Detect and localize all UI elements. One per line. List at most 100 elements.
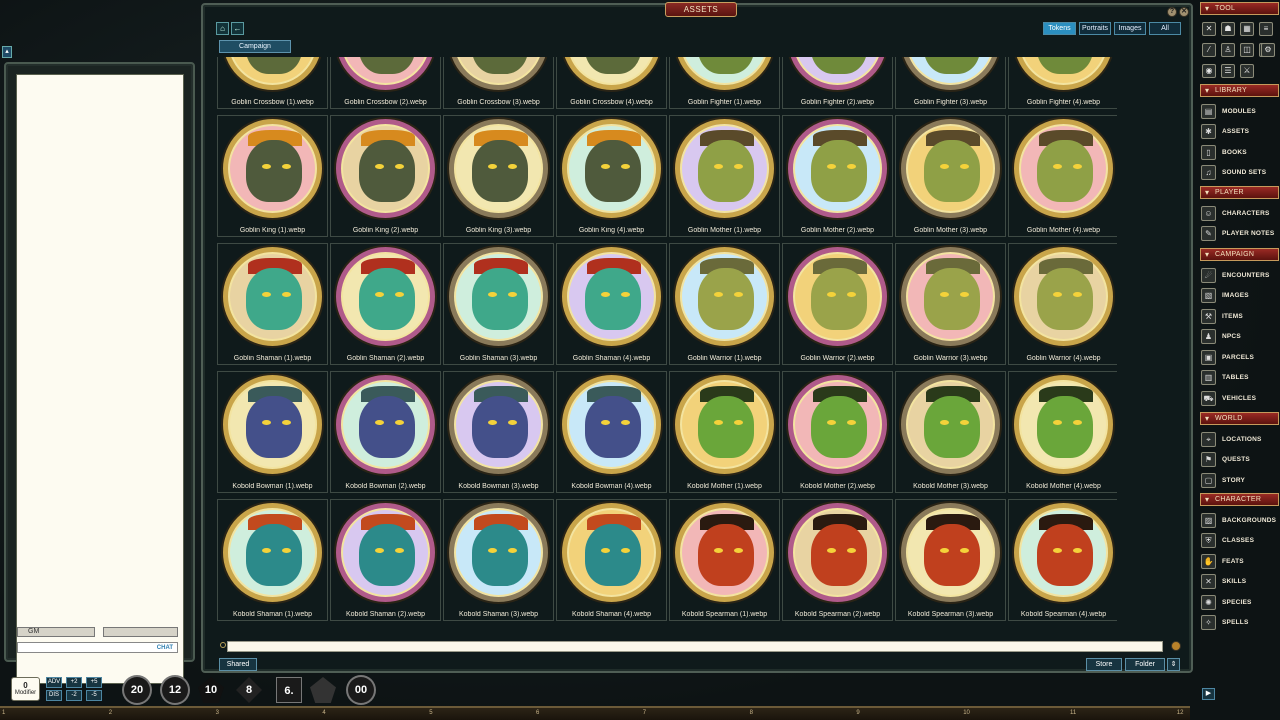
- asset-tile[interactable]: Kobold Spearman (4).webp: [1008, 499, 1117, 621]
- plus5-button[interactable]: +5: [86, 677, 102, 688]
- library-section-header[interactable]: LIBRARY: [1200, 84, 1279, 97]
- player-section-header[interactable]: PLAYER: [1200, 186, 1279, 199]
- asset-tile[interactable]: Goblin King (3).webp: [443, 115, 554, 237]
- minus2-button[interactable]: -2: [66, 690, 82, 701]
- sidebar-item-encounters[interactable]: ☄ ENCOUNTERS: [1201, 266, 1279, 284]
- asset-tile[interactable]: Goblin Mother (1).webp: [669, 115, 780, 237]
- asset-tile[interactable]: Kobold Mother (1).webp: [669, 371, 780, 493]
- folder-button[interactable]: Folder: [1125, 658, 1165, 671]
- map-tool-icon[interactable]: ◫: [1240, 43, 1254, 57]
- sidebar-item-sound-sets[interactable]: ♫ SOUND SETS: [1201, 164, 1279, 182]
- asset-tile[interactable]: Kobold Bowman (4).webp: [556, 371, 667, 493]
- asset-tile[interactable]: Goblin King (1).webp: [217, 115, 328, 237]
- sidebar-item-player-notes[interactable]: ✎ PLAYER NOTES: [1201, 225, 1279, 243]
- sidebar-item-modules[interactable]: ▤ MODULES: [1201, 102, 1279, 120]
- asset-filter-input[interactable]: [227, 641, 1163, 652]
- asset-tile[interactable]: Goblin Fighter (4).webp: [1008, 57, 1117, 109]
- tool-section-header[interactable]: TOOL: [1200, 2, 1279, 15]
- back-icon[interactable]: ←: [231, 22, 244, 35]
- asset-tile[interactable]: Goblin Crossbow (3).webp: [443, 57, 554, 109]
- d100-die[interactable]: 00: [348, 677, 374, 703]
- asset-tile[interactable]: Goblin Crossbow (2).webp: [330, 57, 441, 109]
- lighting-tool-icon[interactable]: ♙: [1221, 43, 1235, 57]
- sidebar-item-backgrounds[interactable]: ▨ BACKGROUNDS: [1201, 511, 1279, 529]
- store-button[interactable]: Store: [1086, 658, 1122, 671]
- sidebar-item-characters[interactable]: ☺ CHARACTERS: [1201, 204, 1279, 222]
- d12-die[interactable]: 12: [162, 677, 188, 703]
- settings-icon[interactable]: ⚙: [1261, 43, 1275, 57]
- asset-tile[interactable]: Goblin Mother (2).webp: [782, 115, 893, 237]
- sidebar-item-locations[interactable]: ⌖ LOCATIONS: [1201, 430, 1279, 448]
- close-icon[interactable]: ✕: [1179, 7, 1189, 17]
- asset-tile[interactable]: Goblin Shaman (4).webp: [556, 243, 667, 365]
- chat-toggle-icon[interactable]: ▴: [2, 46, 12, 58]
- sidebar-item-images[interactable]: ▧ IMAGES: [1201, 287, 1279, 305]
- chat-identity-select[interactable]: GM: [17, 627, 95, 637]
- modifier-box[interactable]: 0 Modifier: [11, 677, 40, 701]
- campaign-section-header[interactable]: CAMPAIGN: [1200, 248, 1279, 261]
- d20-die[interactable]: 20: [124, 677, 150, 703]
- home-icon[interactable]: ⌂: [216, 22, 229, 35]
- filter-portraits[interactable]: Portraits: [1079, 22, 1111, 35]
- filter-images[interactable]: Images: [1114, 22, 1146, 35]
- sidebar-item-parcels[interactable]: ▣ PARCELS: [1201, 348, 1279, 366]
- sidebar-item-books[interactable]: ▯ BOOKS: [1201, 143, 1279, 161]
- asset-tile[interactable]: Goblin Shaman (2).webp: [330, 243, 441, 365]
- asset-tile[interactable]: Goblin Warrior (2).webp: [782, 243, 893, 365]
- options-tool-icon[interactable]: ≡: [1259, 22, 1273, 36]
- sidebar-item-classes[interactable]: ⛨ CLASSES: [1201, 532, 1279, 550]
- asset-tile[interactable]: Kobold Spearman (3).webp: [895, 499, 1006, 621]
- sidebar-item-vehicles[interactable]: ⛟ VEHICLES: [1201, 389, 1279, 407]
- filter-tokens[interactable]: Tokens: [1043, 22, 1076, 35]
- d6-die[interactable]: 6.: [276, 677, 302, 703]
- character-section-header[interactable]: CHARACTER: [1200, 493, 1279, 506]
- sidebar-item-spells[interactable]: ✧ SPELLS: [1201, 614, 1279, 632]
- shared-button[interactable]: Shared: [219, 658, 257, 671]
- party-tool-icon[interactable]: ☰: [1221, 64, 1235, 78]
- asset-tile[interactable]: Goblin Shaman (3).webp: [443, 243, 554, 365]
- asset-tile[interactable]: Kobold Shaman (4).webp: [556, 499, 667, 621]
- asset-tile[interactable]: Goblin King (4).webp: [556, 115, 667, 237]
- world-section-header[interactable]: WORLD: [1200, 412, 1279, 425]
- asset-tile[interactable]: Goblin Warrior (4).webp: [1008, 243, 1117, 365]
- asset-tile[interactable]: Goblin Warrior (3).webp: [895, 243, 1006, 365]
- plus2-button[interactable]: +2: [66, 677, 82, 688]
- asset-tile[interactable]: Goblin Fighter (1).webp: [669, 57, 780, 109]
- sort-icon[interactable]: ⇕: [1167, 658, 1180, 671]
- effects-tool-icon[interactable]: ◉: [1202, 64, 1216, 78]
- asset-tile[interactable]: Kobold Spearman (2).webp: [782, 499, 893, 621]
- asset-tile[interactable]: Goblin Mother (3).webp: [895, 115, 1006, 237]
- sidebar-item-quests[interactable]: ⚑ QUESTS: [1201, 451, 1279, 469]
- calendar-tool-icon[interactable]: ▦: [1240, 22, 1254, 36]
- sidebar-item-tables[interactable]: ▥ TABLES: [1201, 369, 1279, 387]
- asset-tile[interactable]: Goblin Crossbow (1).webp: [217, 57, 328, 109]
- sidebar-item-feats[interactable]: ✋ FEATS: [1201, 552, 1279, 570]
- asset-tile[interactable]: Goblin Warrior (1).webp: [669, 243, 780, 365]
- asset-tile[interactable]: Goblin Mother (4).webp: [1008, 115, 1117, 237]
- tab-campaign[interactable]: Campaign: [219, 40, 291, 53]
- play-icon[interactable]: ▶: [1202, 688, 1215, 700]
- combat-tool-icon[interactable]: ⚔: [1240, 64, 1254, 78]
- clear-filter-icon[interactable]: [1171, 641, 1181, 651]
- asset-tile[interactable]: Kobold Bowman (2).webp: [330, 371, 441, 493]
- asset-tile[interactable]: Goblin Fighter (2).webp: [782, 57, 893, 109]
- dis-button[interactable]: DIS: [46, 690, 62, 701]
- sword-tool-icon[interactable]: ⁄: [1202, 43, 1216, 57]
- asset-tile[interactable]: Kobold Mother (4).webp: [1008, 371, 1117, 493]
- select-tool-icon[interactable]: ✕: [1202, 22, 1216, 36]
- crowd-tool-icon[interactable]: ☗: [1221, 22, 1235, 36]
- sidebar-item-species[interactable]: ✺ SPECIES: [1201, 593, 1279, 611]
- asset-tile[interactable]: Kobold Mother (3).webp: [895, 371, 1006, 493]
- asset-tile[interactable]: Kobold Shaman (2).webp: [330, 499, 441, 621]
- chat-mood-select[interactable]: [103, 627, 178, 637]
- asset-tile[interactable]: Kobold Shaman (1).webp: [217, 499, 328, 621]
- asset-tile[interactable]: Kobold Spearman (1).webp: [669, 499, 780, 621]
- sidebar-item-items[interactable]: ⚒ ITEMS: [1201, 307, 1279, 325]
- asset-tile[interactable]: Goblin Fighter (3).webp: [895, 57, 1006, 109]
- adv-button[interactable]: ADV: [46, 677, 62, 688]
- asset-tile[interactable]: Kobold Bowman (1).webp: [217, 371, 328, 493]
- chat-input[interactable]: CHAT: [17, 642, 178, 653]
- filter-all[interactable]: All: [1149, 22, 1181, 35]
- asset-tile[interactable]: Kobold Mother (2).webp: [782, 371, 893, 493]
- asset-tile[interactable]: Goblin Shaman (1).webp: [217, 243, 328, 365]
